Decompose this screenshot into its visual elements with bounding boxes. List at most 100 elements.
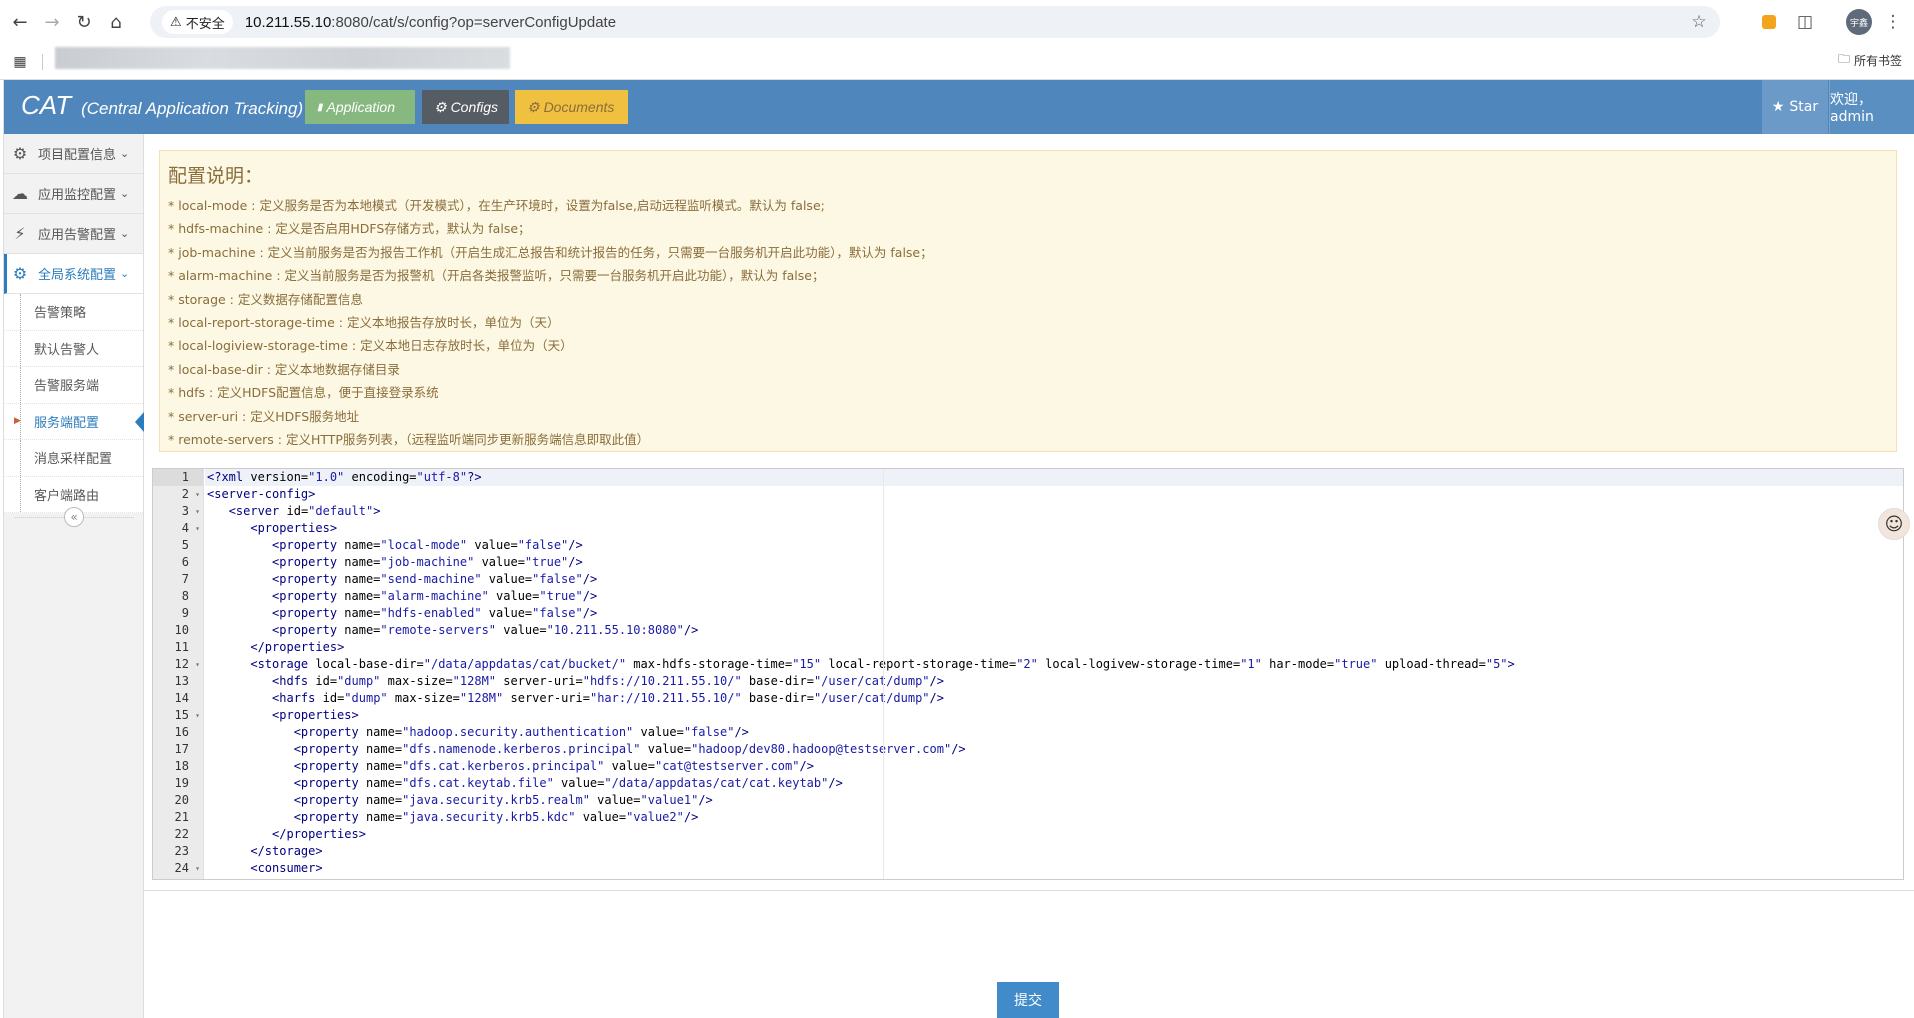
code-line[interactable]: <property name="dfs.cat.kerberos.princip… [205,758,1903,775]
url-text[interactable]: 10.211.55.10:8080/cat/s/config?op=server… [245,14,616,31]
security-label: 不安全 [185,16,225,32]
chevron-down-icon: ⌄ [120,147,130,160]
line-number: 18 [153,758,203,775]
line-number-text: 21 [174,810,189,824]
sidebar-item-default-alerter[interactable]: 默认告警人 [4,330,143,367]
chevron-down-icon: ⌄ [120,227,130,240]
bookmark-star-icon[interactable]: ☆ [1688,11,1710,33]
url-path: :8080/cat/s/config?op=serverConfigUpdate [331,13,617,31]
gears-icon: ⚙ [434,98,447,115]
assistant-avatar[interactable]: ☺ [1878,508,1910,540]
code-line[interactable]: <property name="send-machine" value="fal… [205,571,1903,588]
chevron-down-icon: ⌄ [120,187,130,200]
fold-arrow-icon[interactable]: ▾ [195,520,200,537]
menu-kebab-icon[interactable]: ⋮ [1882,11,1904,33]
forward-icon[interactable]: → [40,10,64,34]
security-badge[interactable]: ⚠ 不安全 [162,10,233,34]
profile-avatar[interactable]: 宇鑫 [1846,9,1872,35]
tab-documents[interactable]: ⚙ Documents [515,90,628,124]
chevron-down-icon: ⌄ [120,267,130,280]
puzzle-icon[interactable]: ◫ [1794,11,1816,33]
code-area[interactable]: <?xml version="1.0" encoding="utf-8"?> <s… [205,469,1903,879]
fold-arrow-icon[interactable]: ▾ [195,877,200,879]
print-margin [883,469,884,879]
brand[interactable]: CAT (Central Application Tracking) [21,90,303,121]
all-bookmarks[interactable]: 🗀 所有书签 [1838,50,1902,71]
sidebar-collapse[interactable]: « [4,504,144,530]
fold-arrow-icon[interactable]: ▾ [195,503,200,520]
fold-arrow-icon[interactable]: ▾ [195,486,200,503]
sidebar-item-alert-policy[interactable]: 告警策略 [4,294,143,331]
line-number-text: 18 [174,759,189,773]
brand-title: CAT [21,90,72,120]
sidebar-group-label: 应用监控配置 [38,188,117,203]
caret-right-icon: ▶ [14,416,21,427]
code-line[interactable]: <long-config default-url-threshold="1000… [205,877,1903,879]
address-bar[interactable]: ⚠ 不安全 10.211.55.10:8080/cat/s/config?op=… [150,6,1720,38]
sidebar-item-server-config[interactable]: ▶ 服务端配置 [4,403,144,440]
xml-code-editor[interactable]: 1 2 ▾ 3 ▾ 4 ▾ 5 6 7 8 9 10 11 12 ▾ 13 14 15 ▾ 16 17 18 19 20 21 22… [152,468,1904,880]
line-number: 9 [153,605,203,622]
sidebar-group-global-system[interactable]: ⚙ 全局系统配置 ⌄ [4,254,143,294]
line-number: 8 [153,588,203,605]
sidebar-group-app-alert[interactable]: ⚡ 应用告警配置 ⌄ [4,214,143,254]
sidebar-item-alert-server[interactable]: 告警服务端 [4,367,143,404]
welcome-text: 欢迎，admin [1830,92,1874,125]
line-number: 3 ▾ [153,503,203,520]
extension-icon[interactable] [1758,11,1780,33]
notice-line: * local-mode : 定义服务是否为本地模式（开发模式），在生产环境时，… [168,198,825,213]
code-line[interactable]: <hdfs id="dump" max-size="128M" server-u… [205,673,1903,690]
reload-icon[interactable]: ↻ [72,10,96,34]
sidebar-group-project-config[interactable]: ⚙ 项目配置信息 ⌄ [4,134,143,174]
line-number-gutter: 1 2 ▾ 3 ▾ 4 ▾ 5 6 7 8 9 10 11 12 ▾ 13 14 15 ▾ 16 17 18 19 20 21 22… [153,469,204,879]
back-icon[interactable]: ← [8,10,32,34]
line-number: 11 [153,639,203,656]
code-line[interactable]: <property name="java.security.krb5.realm… [205,792,1903,809]
code-line[interactable]: <property name="alarm-machine" value="tr… [205,588,1903,605]
code-line[interactable]: <server id="default"> [205,503,1903,520]
code-line[interactable]: <properties> [205,707,1903,724]
code-line[interactable]: <property name="hdfs-enabled" value="fal… [205,605,1903,622]
sidebar-item-label: 消息采样配置 [34,452,113,468]
code-line[interactable]: <properties> [205,520,1903,537]
line-number: 7 [153,571,203,588]
code-line[interactable]: <harfs id="dump" max-size="128M" server-… [205,690,1903,707]
sidebar-item-label: 告警策略 [34,306,87,322]
fold-arrow-icon[interactable]: ▾ [195,656,200,673]
user-welcome[interactable]: 欢迎，admin [1829,80,1914,134]
line-number: 4 ▾ [153,520,203,537]
code-line[interactable]: </properties> [205,639,1903,656]
tab-configs[interactable]: ⚙ Configs [422,90,509,124]
code-line[interactable]: <property name="dfs.cat.keytab.file" val… [205,775,1903,792]
code-line[interactable]: <storage local-base-dir="/data/appdatas/… [205,656,1903,673]
code-line[interactable]: <property name="dfs.namenode.kerberos.pr… [205,741,1903,758]
code-line[interactable]: </properties> [205,826,1903,843]
sidebar-item-message-sampling[interactable]: 消息采样配置 [4,440,143,477]
code-line[interactable]: <server-config> [205,486,1903,503]
star-button[interactable]: ★ Star [1762,80,1828,134]
sidebar-group-app-monitor[interactable]: ☁ 应用监控配置 ⌄ [4,174,143,214]
line-number: 14 [153,690,203,707]
code-line[interactable]: <property name="local-mode" value="false… [205,537,1903,554]
submit-button[interactable]: 提交 [997,982,1059,1018]
code-line[interactable]: <consumer> [205,860,1903,877]
code-line[interactable]: <property name="remote-servers" value="1… [205,622,1903,639]
notice-line: * local-logiview-storage-time : 定义本地日志存放… [168,338,573,354]
fold-arrow-icon[interactable]: ▾ [195,860,200,877]
line-number-text: 23 [174,844,189,858]
code-line[interactable]: <property name="hadoop.security.authenti… [205,724,1903,741]
double-chevron-left-icon[interactable]: « [64,507,84,527]
line-number-text: 10 [174,623,189,637]
tab-application[interactable]: ▮ Application [305,90,415,124]
fold-arrow-icon[interactable]: ▾ [195,707,200,724]
sidebar-item-label: 默认告警人 [34,342,100,358]
code-line[interactable]: <property name="job-machine" value="true… [205,554,1903,571]
code-line[interactable]: <?xml version="1.0" encoding="utf-8"?> [205,469,1903,486]
code-line[interactable]: </storage> [205,843,1903,860]
home-icon[interactable]: ⌂ [104,10,128,34]
code-line[interactable]: <property name="java.security.krb5.kdc" … [205,809,1903,826]
sidebar: ⚙ 项目配置信息 ⌄ ☁ 应用监控配置 ⌄ ⚡ 应用告警配置 ⌄ ⚙ 全局系统配置 ⌄ 告警策略… [4,134,144,1018]
sidebar-item-label: 服务端配置 [34,415,100,431]
apps-grid-icon[interactable]: ▦ [8,50,32,74]
line-number-text: 8 [181,589,189,603]
